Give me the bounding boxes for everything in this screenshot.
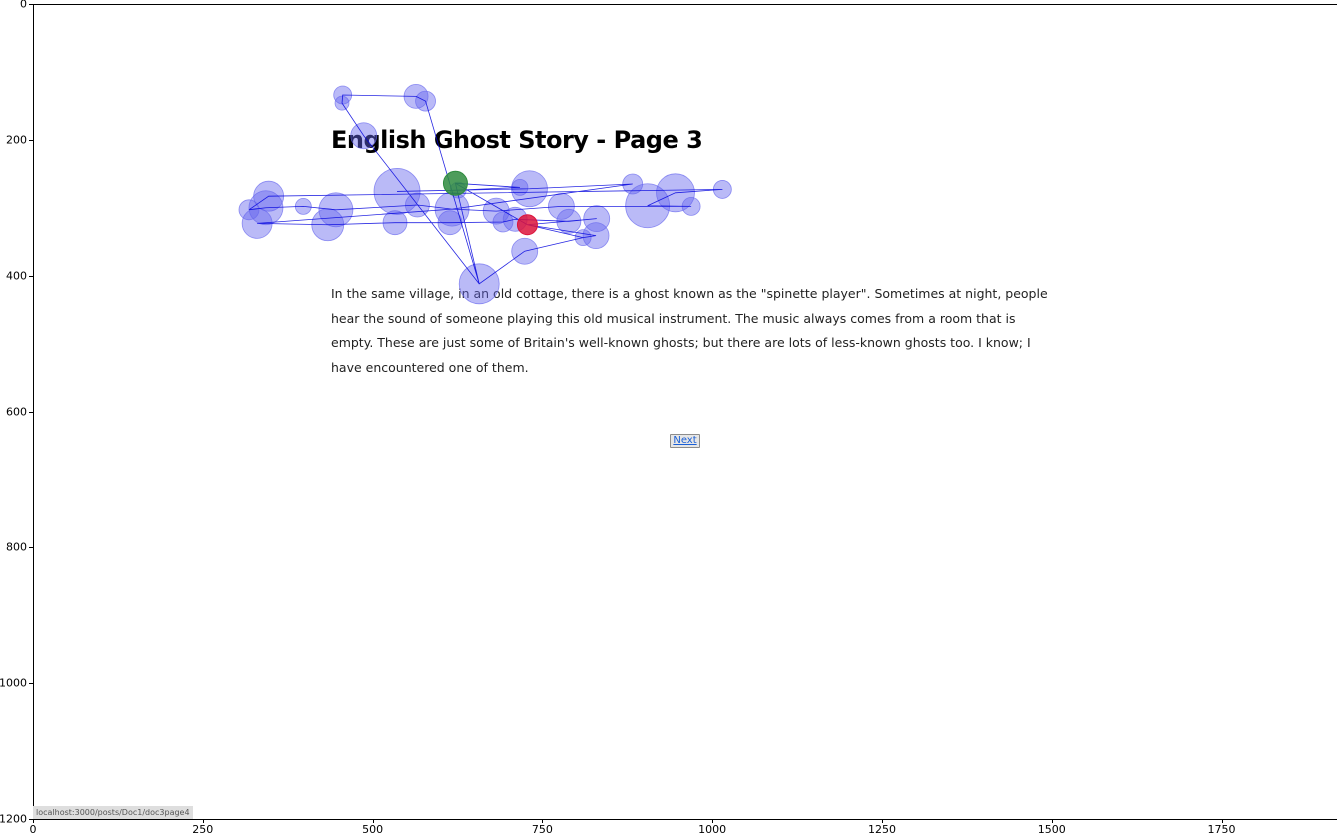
x-tick-label: 750: [531, 823, 553, 836]
y-tick-label: 800: [6, 540, 27, 554]
x-tick-label: 250: [192, 823, 214, 836]
x-tick-label: 1250: [867, 823, 896, 836]
x-tick-label: 1750: [1207, 823, 1236, 836]
x-tick-label: 1000: [698, 823, 727, 836]
story-paragraph: In the same village, in an old cottage, …: [331, 286, 1048, 375]
y-tick: [29, 819, 33, 820]
x-tick-label: 0: [29, 823, 37, 836]
y-tick-label: 1000: [0, 676, 27, 690]
x-tick-label: 1500: [1037, 823, 1066, 836]
y-tick: [29, 275, 33, 277]
y-tick: [29, 547, 33, 549]
y-tick-label: 200: [6, 133, 27, 147]
y-tick-label: 0: [20, 0, 27, 11]
y-tick-label: 400: [6, 269, 27, 283]
y-tick-label: 1200: [0, 812, 27, 826]
next-button[interactable]: Next: [670, 434, 700, 448]
page-title: English Ghost Story - Page 3: [331, 126, 703, 154]
y-tick: [29, 411, 33, 413]
y-tick: [29, 683, 33, 685]
x-axis-line: [33, 819, 1337, 820]
y-tick: [29, 4, 33, 5]
x-tick-label: 500: [362, 823, 384, 836]
y-tick-label: 600: [6, 405, 27, 418]
status-bar-url: localhost:3000/posts/Doc1/doc3page4: [33, 806, 193, 819]
y-tick: [29, 139, 33, 141]
